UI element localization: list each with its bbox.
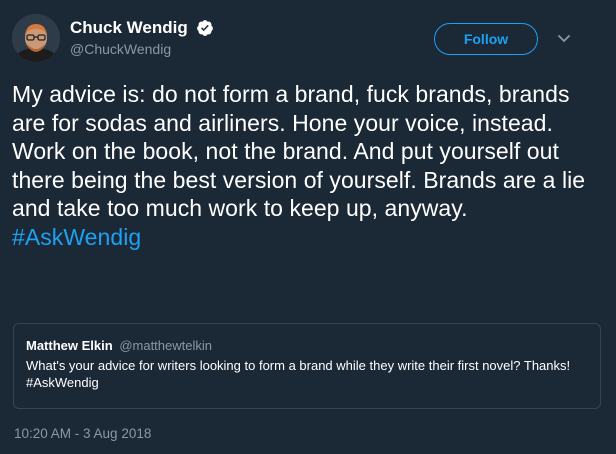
quoted-tweet-header: Matthew Elkin @matthewtelkin [26,338,588,354]
tweet-card: Chuck Wendig @ChuckWendig Follow My advi… [0,0,616,454]
tweet-body: My advice is: do not form a brand, fuck … [12,80,602,251]
author-handle[interactable]: @ChuckWendig [70,41,214,57]
avatar-image [12,14,60,62]
tweet-header: Chuck Wendig @ChuckWendig Follow [12,12,604,68]
quoted-tweet-text: What's your advice for writers looking t… [26,358,571,390]
chevron-down-icon[interactable] [554,28,574,48]
quoted-author-handle: @matthewtelkin [119,338,212,353]
quoted-author-name: Matthew Elkin [26,338,113,353]
author-info: Chuck Wendig @ChuckWendig [70,18,214,57]
hashtag-link[interactable]: #AskWendig [12,224,141,250]
tweet-text: My advice is: do not form a brand, fuck … [12,81,586,221]
author-display-name[interactable]: Chuck Wendig [70,18,188,38]
quoted-tweet[interactable]: Matthew Elkin @matthewtelkin What's your… [13,323,601,409]
follow-button[interactable]: Follow [434,23,538,55]
verified-badge-icon [197,20,214,36]
tweet-timestamp[interactable]: 10:20 AM - 3 Aug 2018 [14,426,151,441]
avatar[interactable] [12,14,60,62]
